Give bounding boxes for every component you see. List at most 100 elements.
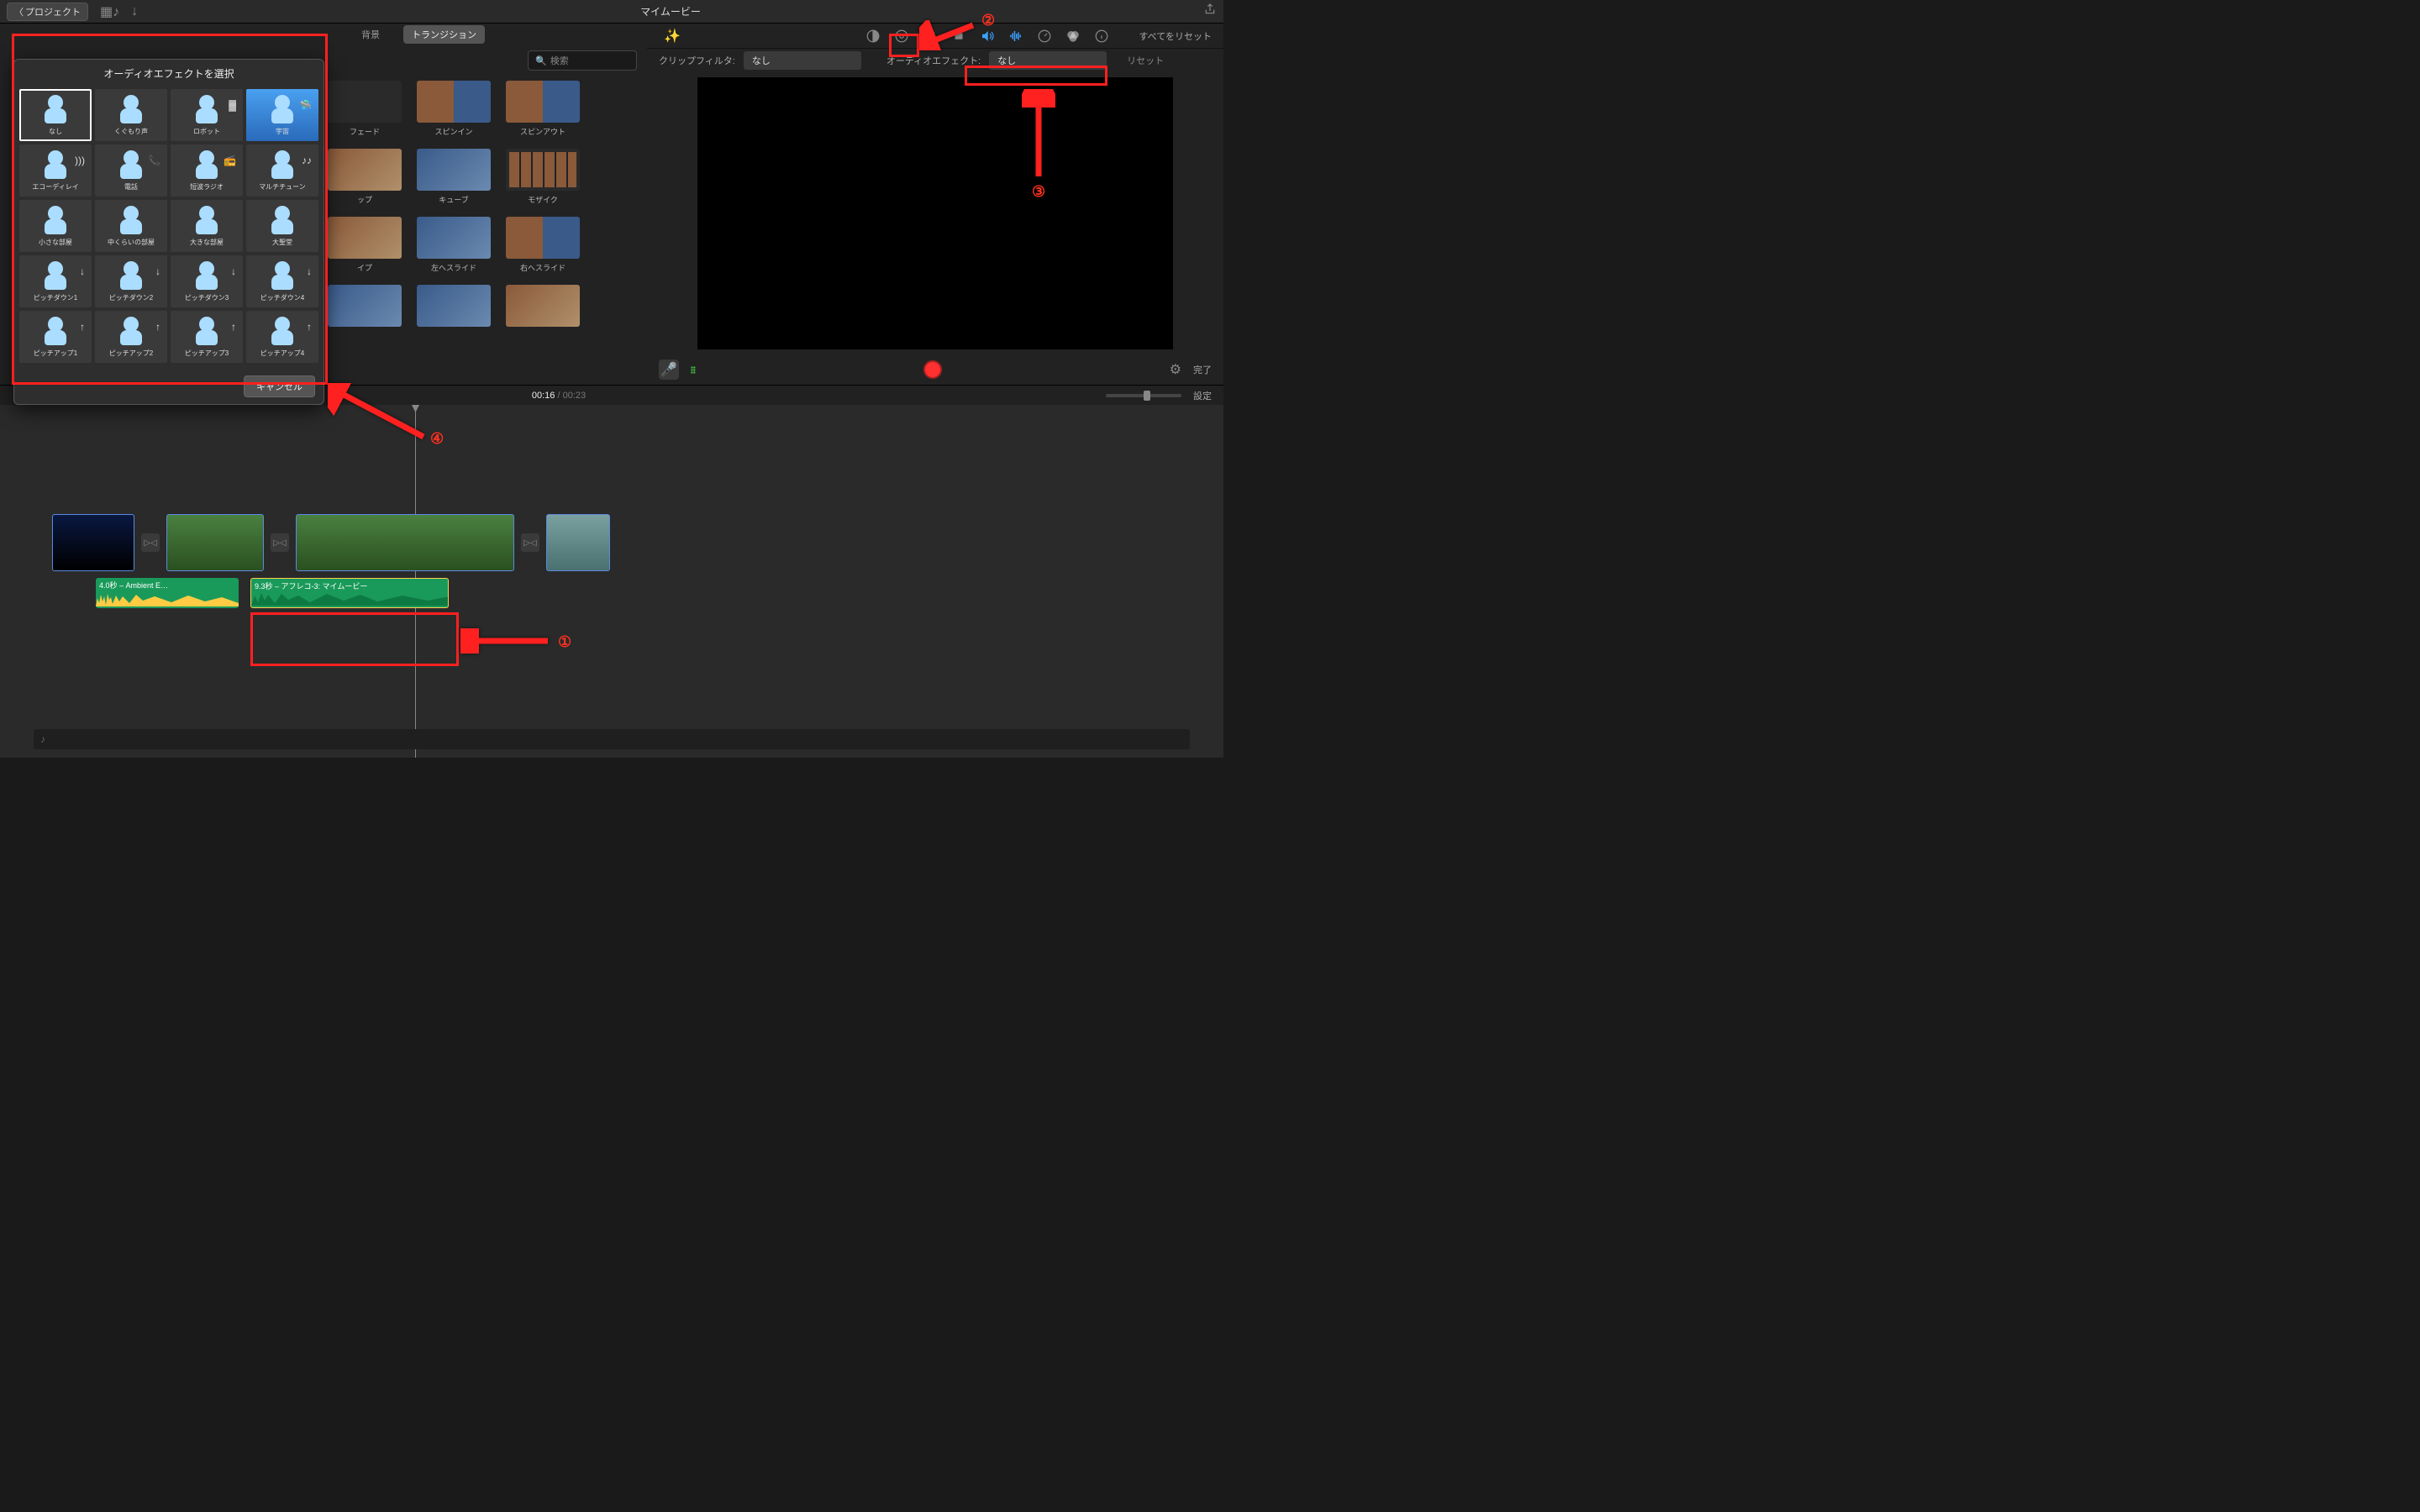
video-clip[interactable]: 8.4秒 – 風にそよぐ花が美しい	[296, 514, 514, 571]
transition-chip[interactable]: ▷◁	[521, 533, 539, 552]
audio-effect-item[interactable]: 📻短波ラジオ	[171, 144, 243, 197]
transition-item[interactable]: 右へスライド	[506, 217, 580, 273]
audio-effect-item[interactable]: 🛸宇宙	[246, 89, 318, 141]
back-button[interactable]: 〈 プロジェクト	[7, 3, 88, 21]
done-button[interactable]: 完了	[1193, 363, 1212, 376]
mic-button[interactable]: 🎤	[659, 360, 679, 380]
settings-icon[interactable]: ⚙	[1170, 361, 1181, 378]
import-icon[interactable]: ↓	[131, 4, 138, 19]
effect-extra-icon: ↑	[307, 321, 312, 333]
audio-effect-item[interactable]: ↓ ピッチダウン2	[95, 255, 167, 307]
chevron-left-icon: 〈	[14, 5, 24, 18]
volume-icon[interactable]	[979, 28, 996, 45]
transition-item[interactable]: イプ	[328, 217, 402, 273]
video-clip[interactable]	[546, 514, 610, 571]
transition-item[interactable]: モザイク	[506, 149, 580, 205]
timeline[interactable]: 4.0秒 – 今日見つけ… ▷◁ ▷◁ 8.4秒 – 風にそよぐ花が美しい ▷◁…	[0, 405, 1223, 758]
person-icon	[124, 261, 139, 276]
transition-item[interactable]: ップ	[328, 149, 402, 205]
effect-label: マルチチューン	[259, 182, 306, 192]
video-clip[interactable]	[166, 514, 264, 571]
clip-filter-field[interactable]: なし	[744, 51, 861, 70]
audio-effect-item[interactable]: 大聖堂	[246, 200, 318, 252]
noise-reduction-icon[interactable]	[1007, 28, 1024, 45]
transition-chip[interactable]: ▷◁	[141, 533, 160, 552]
music-track[interactable]: ♪	[34, 729, 1190, 749]
audio-effect-item[interactable]: ↑ピッチアップ4	[246, 311, 318, 363]
effect-label: 大聖堂	[272, 238, 292, 247]
audio-effect-item[interactable]: 大きな部屋	[171, 200, 243, 252]
effect-label: 短波ラジオ	[190, 182, 224, 192]
media-icon[interactable]: ▦♪	[100, 3, 119, 20]
reset-button[interactable]: リセット	[1127, 54, 1164, 67]
effect-extra-icon: ↓	[80, 265, 85, 277]
audio-effect-item[interactable]: くぐもり声	[95, 89, 167, 141]
audio-effect-item[interactable]: ▓ロボット	[171, 89, 243, 141]
stabilize-icon[interactable]	[950, 28, 967, 45]
speed-icon[interactable]	[1036, 28, 1053, 45]
tab-transitions[interactable]: トランジション	[403, 25, 485, 44]
video-clip[interactable]: 4.0秒 – 今日見つけ…	[52, 514, 134, 571]
person-icon	[48, 206, 63, 221]
person-icon	[275, 261, 290, 276]
audio-effect-item[interactable]: ↑ピッチアップ1	[19, 311, 92, 363]
crop-icon[interactable]	[922, 28, 939, 45]
transition-chip[interactable]: ▷◁	[271, 533, 289, 552]
transition-item[interactable]: 左へスライド	[417, 217, 491, 273]
audio-effect-item[interactable]: ↑ピッチアップ2	[95, 311, 167, 363]
audio-effect-item[interactable]: ↓ピッチダウン4	[246, 255, 318, 307]
tab-background[interactable]: 背景	[353, 25, 388, 44]
viewer-toolbar: ✨ すべてをリセット	[647, 24, 1223, 49]
effect-label: ピッチダウン2	[109, 293, 153, 302]
audio-effect-item[interactable]: ↓ ピッチダウン1	[19, 255, 92, 307]
effect-label: ピッチダウン1	[34, 293, 77, 302]
color-balance-icon[interactable]	[865, 28, 881, 45]
audio-effect-field[interactable]: なし	[989, 51, 1107, 70]
person-icon	[275, 317, 290, 332]
effect-label: ピッチアップ2	[109, 349, 153, 358]
person-icon	[199, 317, 214, 332]
audio-effect-item[interactable]: )))エコーディレイ	[19, 144, 92, 197]
person-icon	[199, 261, 214, 276]
browser-panel: 背景 トランジション 🔍 検索 フェード スピンイン スピンアウト ップ キュー…	[0, 24, 647, 385]
transition-item[interactable]: スピンアウト	[506, 81, 580, 137]
transition-item[interactable]	[328, 285, 402, 327]
transition-item[interactable]	[506, 285, 580, 327]
cancel-button[interactable]: キャンセル	[244, 375, 315, 397]
transition-item[interactable]	[417, 285, 491, 327]
zoom-slider[interactable]	[1106, 394, 1181, 397]
person-icon	[124, 317, 139, 332]
audio-effect-item[interactable]: 中くらいの部屋	[95, 200, 167, 252]
record-button[interactable]	[923, 360, 942, 379]
transition-item[interactable]: スピンイン	[417, 81, 491, 137]
audio-effect-item[interactable]: ↓ピッチダウン3	[171, 255, 243, 307]
audio-clip-selected[interactable]: 9.3秒 – アフレコ-3: マイムービー	[250, 578, 449, 608]
wand-icon[interactable]: ✨	[664, 28, 681, 45]
audio-effect-item[interactable]: 📞電話	[95, 144, 167, 197]
back-label: プロジェクト	[25, 5, 81, 18]
audio-effect-item[interactable]: なし	[19, 89, 92, 141]
person-icon	[275, 150, 290, 165]
person-icon	[124, 150, 139, 165]
callout-4: ④	[430, 430, 444, 448]
info-icon[interactable]	[1093, 28, 1110, 45]
callout-1: ①	[558, 633, 571, 651]
transition-item[interactable]: キューブ	[417, 149, 491, 205]
audio-effect-item[interactable]: ♪♪マルチチューン	[246, 144, 318, 197]
audio-effect-item[interactable]: ↑ピッチアップ3	[171, 311, 243, 363]
audio-clip[interactable]: 4.0秒 – Ambient E…	[96, 578, 239, 608]
time-current: 00:16	[532, 391, 555, 401]
settings-button[interactable]: 設定	[1193, 389, 1212, 402]
effect-extra-icon: ↓	[155, 265, 160, 277]
effect-extra-icon: ↓	[231, 265, 236, 277]
person-icon	[48, 150, 63, 165]
color-wheel-icon[interactable]	[893, 28, 910, 45]
share-icon[interactable]	[1203, 3, 1217, 20]
person-icon	[124, 95, 139, 110]
audio-effect-item[interactable]: 小さな部屋	[19, 200, 92, 252]
reset-all-button[interactable]: すべてをリセット	[1139, 29, 1212, 43]
filter-icon[interactable]	[1065, 28, 1081, 45]
transition-item[interactable]: フェード	[328, 81, 402, 137]
search-input[interactable]: 🔍 検索	[528, 50, 637, 71]
effect-extra-icon: 🛸	[299, 99, 312, 111]
